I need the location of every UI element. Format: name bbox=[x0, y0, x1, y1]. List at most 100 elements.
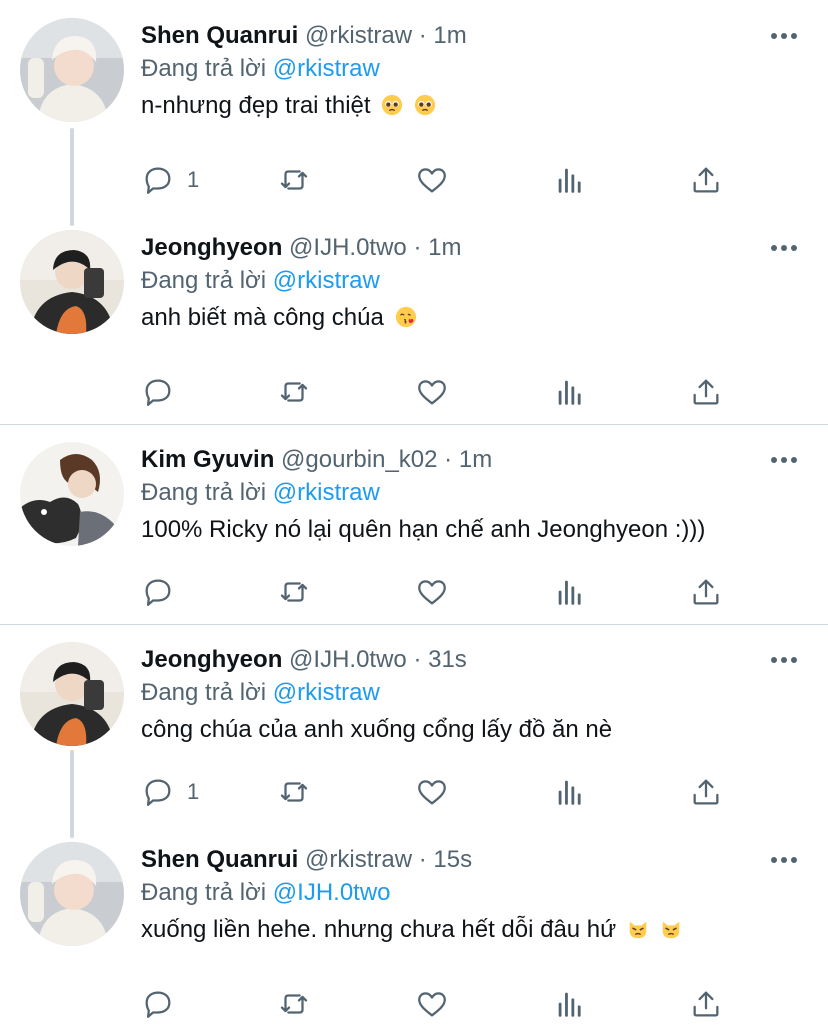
retweet-button[interactable] bbox=[277, 160, 311, 200]
reply-button[interactable] bbox=[141, 372, 187, 412]
pouting-cat-face-emoji bbox=[662, 921, 679, 939]
timestamp[interactable]: 1m bbox=[428, 234, 461, 261]
tweet-actions bbox=[141, 572, 741, 612]
replying-to: Đang trả lời @rkistraw bbox=[141, 53, 380, 85]
reply-button[interactable]: 1 bbox=[141, 160, 199, 200]
share-icon bbox=[693, 779, 719, 805]
tweet[interactable]: Jeonghyeon @IJH.0two · 1m Đang trả lời @… bbox=[0, 212, 828, 424]
separator-dot: · bbox=[413, 234, 422, 261]
reply-button[interactable] bbox=[141, 984, 187, 1024]
user-handle[interactable]: @rkistraw bbox=[305, 846, 412, 873]
pleading-face-emoji bbox=[414, 94, 435, 116]
views-button[interactable] bbox=[553, 984, 587, 1024]
share-button[interactable] bbox=[689, 984, 723, 1024]
user-handle[interactable]: @gourbin_k02 bbox=[281, 446, 437, 473]
more-icon[interactable] bbox=[770, 28, 798, 44]
reply-button[interactable]: 1 bbox=[141, 772, 199, 812]
tweet[interactable]: Jeonghyeon @IJH.0two · 31s Đang trả lời … bbox=[0, 624, 828, 836]
mention-link[interactable]: @IJH.0two bbox=[273, 879, 391, 906]
more-icon[interactable] bbox=[770, 240, 798, 256]
like-button[interactable] bbox=[415, 984, 449, 1024]
share-icon bbox=[693, 379, 719, 405]
tweet-text: n-nhưng đẹp trai thiệt bbox=[141, 89, 436, 123]
tweet[interactable]: Kim Gyuvin @gourbin_k02 · 1m Đang trả lờ… bbox=[0, 424, 828, 624]
replying-to: Đang trả lời @rkistraw bbox=[141, 477, 380, 509]
more-icon[interactable] bbox=[770, 452, 798, 468]
separator-dot: · bbox=[418, 846, 427, 873]
retweet-button[interactable] bbox=[277, 572, 311, 612]
avatar[interactable] bbox=[20, 442, 124, 546]
replying-prefix: Đang trả lời bbox=[141, 879, 267, 906]
tweet-body: công chúa của anh xuống cổng lấy đồ ăn n… bbox=[141, 716, 613, 743]
avatar[interactable] bbox=[20, 230, 124, 334]
mention-link[interactable]: @rkistraw bbox=[273, 479, 380, 506]
share-button[interactable] bbox=[689, 372, 723, 412]
tweet-text: anh biết mà công chúa bbox=[141, 301, 417, 335]
user-handle[interactable]: @IJH.0two bbox=[289, 234, 407, 261]
views-button[interactable] bbox=[553, 572, 587, 612]
like-icon bbox=[418, 580, 446, 605]
display-name[interactable]: Shen Quanrui bbox=[141, 22, 298, 49]
tweet-header: Jeonghyeon @IJH.0two · 31s bbox=[141, 644, 467, 676]
tweet-body: xuống liền hehe. nhưng chưa hết dỗi đâu … bbox=[141, 916, 617, 943]
share-button[interactable] bbox=[689, 772, 723, 812]
timestamp[interactable]: 1m bbox=[433, 22, 466, 49]
display-name[interactable]: Jeonghyeon bbox=[141, 646, 282, 673]
like-icon bbox=[418, 992, 446, 1017]
tweet-actions: 1 bbox=[141, 772, 741, 812]
like-button[interactable] bbox=[415, 572, 449, 612]
tweet-header: Kim Gyuvin @gourbin_k02 · 1m bbox=[141, 444, 492, 476]
display-name[interactable]: Jeonghyeon bbox=[141, 234, 282, 261]
reply-icon bbox=[145, 379, 171, 406]
reply-icon bbox=[145, 779, 171, 806]
like-button[interactable] bbox=[415, 772, 449, 812]
user-handle[interactable]: @rkistraw bbox=[305, 22, 412, 49]
mention-link[interactable]: @rkistraw bbox=[273, 679, 380, 706]
views-button[interactable] bbox=[553, 160, 587, 200]
avatar[interactable] bbox=[20, 842, 124, 946]
display-name[interactable]: Kim Gyuvin bbox=[141, 446, 274, 473]
reply-icon bbox=[145, 991, 171, 1018]
views-button[interactable] bbox=[553, 372, 587, 412]
tweet[interactable]: Shen Quanrui @rkistraw · 15s Đang trả lờ… bbox=[0, 824, 828, 1030]
timestamp[interactable]: 1m bbox=[459, 446, 492, 473]
timestamp[interactable]: 31s bbox=[428, 646, 467, 673]
reply-icon bbox=[145, 579, 171, 606]
share-button[interactable] bbox=[689, 572, 723, 612]
user-handle[interactable]: @IJH.0two bbox=[289, 646, 407, 673]
share-icon bbox=[693, 167, 719, 193]
retweet-button[interactable] bbox=[277, 772, 311, 812]
views-button[interactable] bbox=[553, 772, 587, 812]
tweet[interactable]: Shen Quanrui @rkistraw · 1m Đang trả lời… bbox=[0, 0, 828, 212]
reply-count: 1 bbox=[187, 167, 200, 192]
reply-button[interactable] bbox=[141, 572, 187, 612]
views-icon bbox=[558, 780, 581, 805]
share-icon bbox=[693, 579, 719, 605]
like-button[interactable] bbox=[415, 372, 449, 412]
share-button[interactable] bbox=[689, 160, 723, 200]
like-icon bbox=[418, 168, 446, 193]
timestamp[interactable]: 15s bbox=[433, 846, 472, 873]
avatar[interactable] bbox=[20, 642, 124, 746]
views-icon bbox=[558, 580, 581, 605]
share-icon bbox=[693, 991, 719, 1017]
like-button[interactable] bbox=[415, 160, 449, 200]
views-icon bbox=[558, 380, 581, 405]
retweet-button[interactable] bbox=[277, 372, 311, 412]
mention-link[interactable]: @rkistraw bbox=[273, 55, 380, 82]
like-icon bbox=[418, 780, 446, 805]
views-icon bbox=[558, 168, 581, 193]
replying-to: Đang trả lời @rkistraw bbox=[141, 265, 380, 297]
tweet-text: công chúa của anh xuống cổng lấy đồ ăn n… bbox=[141, 713, 612, 747]
avatar[interactable] bbox=[20, 18, 124, 122]
reply-icon bbox=[145, 167, 171, 194]
retweet-button[interactable] bbox=[277, 984, 311, 1024]
more-icon[interactable] bbox=[770, 852, 798, 868]
display-name[interactable]: Shen Quanrui bbox=[141, 846, 298, 873]
pouting-cat-face-emoji bbox=[629, 921, 647, 939]
mention-link[interactable]: @rkistraw bbox=[273, 267, 380, 294]
separator-dot: · bbox=[413, 646, 422, 673]
separator-dot: · bbox=[418, 22, 427, 49]
more-icon[interactable] bbox=[770, 652, 798, 668]
retweet-icon bbox=[280, 782, 308, 802]
